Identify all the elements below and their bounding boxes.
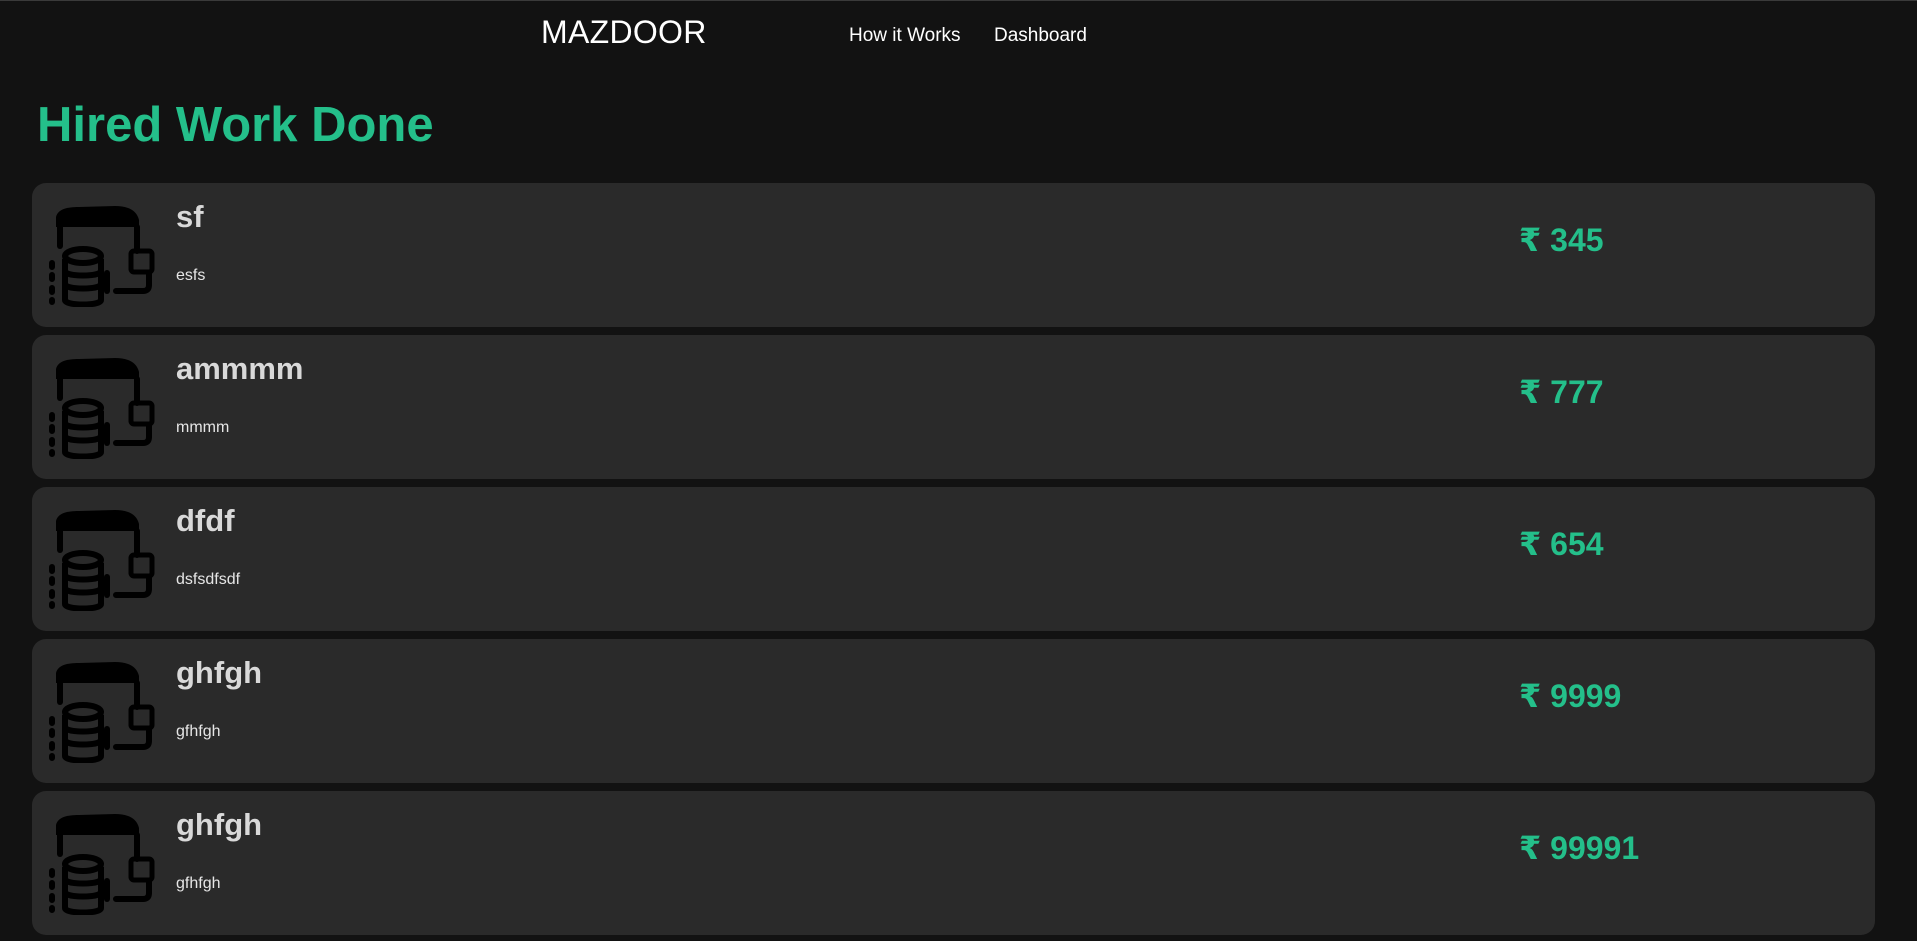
work-description: mmmm <box>176 419 230 436</box>
work-price: ₹ 654 <box>1519 526 1604 562</box>
work-title: sf <box>176 199 204 234</box>
work-price: ₹ 9999 <box>1519 678 1622 714</box>
work-card[interactable]: sf esfs ₹ 345 <box>32 183 1875 327</box>
work-price: ₹ 777 <box>1519 374 1604 410</box>
work-price: ₹ 345 <box>1519 222 1604 258</box>
work-title: ghfgh <box>176 655 263 690</box>
work-description: gfhfgh <box>176 723 221 740</box>
work-title: ghfgh <box>176 807 263 842</box>
worker-tools-icon <box>49 203 159 307</box>
worker-tools-icon <box>49 507 159 611</box>
work-card[interactable]: ghfgh gfhfgh ₹ 99991 <box>32 791 1875 935</box>
work-card[interactable]: dfdf dsfsdfsdf ₹ 654 <box>32 487 1875 631</box>
work-description: esfs <box>176 267 206 284</box>
nav-how-it-works[interactable]: How it Works <box>849 24 961 48</box>
brand-logo[interactable]: MAZDOOR <box>541 13 707 51</box>
worker-tools-icon <box>49 811 159 915</box>
page: MAZDOOR How it Works Dashboard Hired Wor… <box>0 0 1917 941</box>
work-list: sf esfs ₹ 345 ammmm mmmm ₹ 777 dfdf dsfs… <box>32 183 1875 941</box>
work-description: gfhfgh <box>176 875 221 892</box>
work-title: ammmm <box>176 351 304 386</box>
top-navbar: MAZDOOR How it Works Dashboard <box>0 1 1917 61</box>
nav-dashboard[interactable]: Dashboard <box>994 24 1087 48</box>
work-card[interactable]: ammmm mmmm ₹ 777 <box>32 335 1875 479</box>
work-description: dsfsdfsdf <box>176 571 241 588</box>
work-price: ₹ 99991 <box>1519 830 1640 866</box>
worker-tools-icon <box>49 355 159 459</box>
page-title: Hired Work Done <box>37 98 434 152</box>
work-card[interactable]: ghfgh gfhfgh ₹ 9999 <box>32 639 1875 783</box>
work-title: dfdf <box>176 503 235 538</box>
worker-tools-icon <box>49 659 159 763</box>
